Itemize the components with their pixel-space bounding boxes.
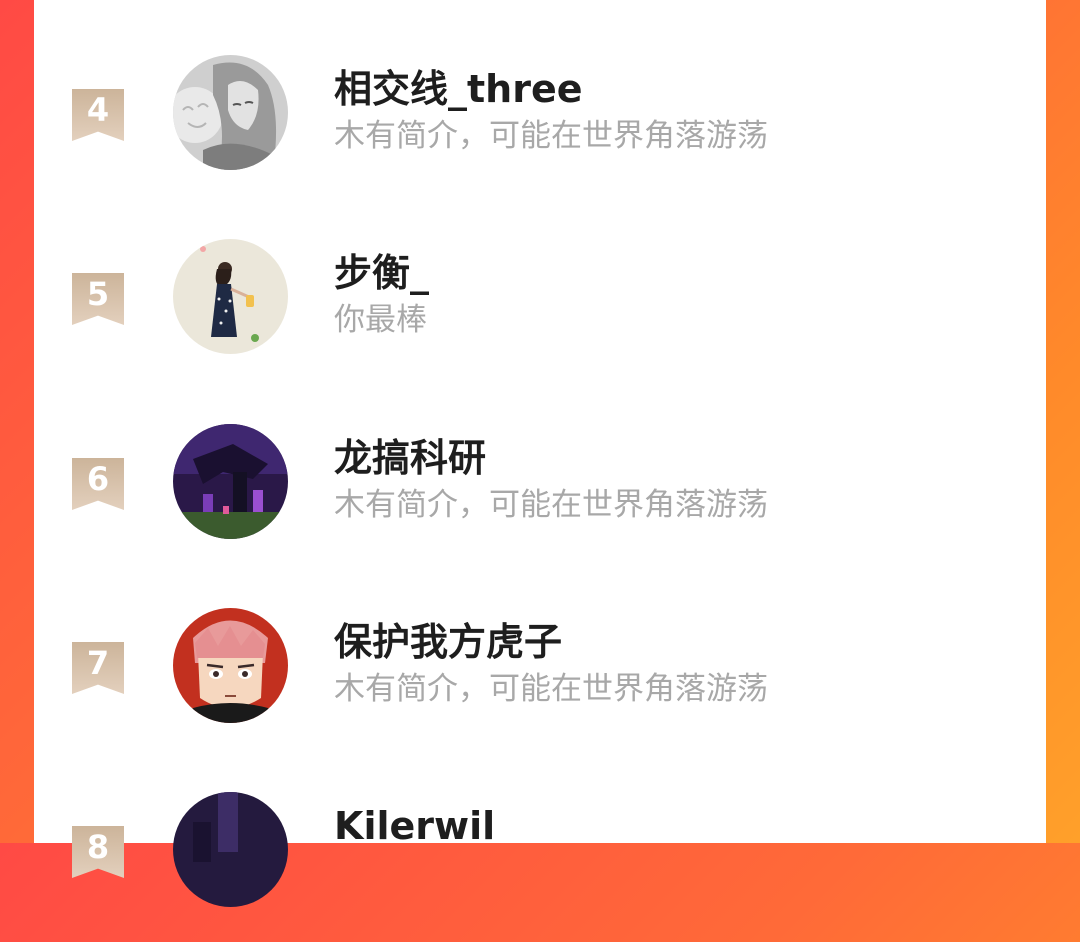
rank-badge: 6 <box>72 458 124 510</box>
ranking-list-panel: 4 相交线_three 木有简介，可能在世界角落游荡 5 步衡_ 你最棒 6 龙… <box>34 0 1046 907</box>
rank-number: 7 <box>86 644 110 682</box>
ranking-row[interactable]: 4 相交线_three 木有简介，可能在世界角落游荡 <box>34 55 1046 205</box>
rank-badge: 4 <box>72 89 124 141</box>
user-bio: 木有简介，可能在世界角落游荡 <box>334 487 768 523</box>
rank-number: 4 <box>86 91 110 129</box>
ranking-row[interactable]: 6 龙搞科研 木有简介，可能在世界角落游荡 <box>34 424 1046 574</box>
user-avatar[interactable] <box>173 608 288 723</box>
girl-with-lantern-illustration-icon <box>173 239 288 354</box>
ranking-row[interactable]: 7 保护我方虎子 木有简介，可能在世界角落游荡 <box>34 608 1046 758</box>
user-name[interactable]: Kilerwil <box>334 803 495 849</box>
rank-number: 8 <box>86 828 110 866</box>
purple-game-dragon-scene-icon <box>173 424 288 539</box>
rank-number: 5 <box>86 275 110 313</box>
user-name[interactable]: 步衡_ <box>334 250 429 296</box>
rank-badge: 7 <box>72 642 124 694</box>
user-bio: 你最棒 <box>334 302 427 338</box>
user-name[interactable]: 保护我方虎子 <box>334 619 562 665</box>
user-name[interactable]: 龙搞科研 <box>334 435 486 481</box>
user-avatar[interactable] <box>173 239 288 354</box>
user-bio: 木有简介，可能在世界角落游荡 <box>334 118 768 154</box>
dark-purple-game-scene-icon <box>173 792 288 907</box>
anime-girl-grayscale-icon <box>173 55 288 170</box>
rank-badge: 8 <box>72 826 124 878</box>
user-avatar[interactable] <box>173 424 288 539</box>
anime-boy-pink-hair-icon <box>173 608 288 723</box>
ranking-row[interactable]: 8 Kilerwil <box>34 792 1046 942</box>
user-bio: 木有简介，可能在世界角落游荡 <box>334 671 768 707</box>
rank-number: 6 <box>86 460 110 498</box>
ranking-row[interactable]: 5 步衡_ 你最棒 <box>34 239 1046 389</box>
user-avatar[interactable] <box>173 792 288 907</box>
user-name[interactable]: 相交线_three <box>334 66 583 112</box>
rank-badge: 5 <box>72 273 124 325</box>
user-avatar[interactable] <box>173 55 288 170</box>
